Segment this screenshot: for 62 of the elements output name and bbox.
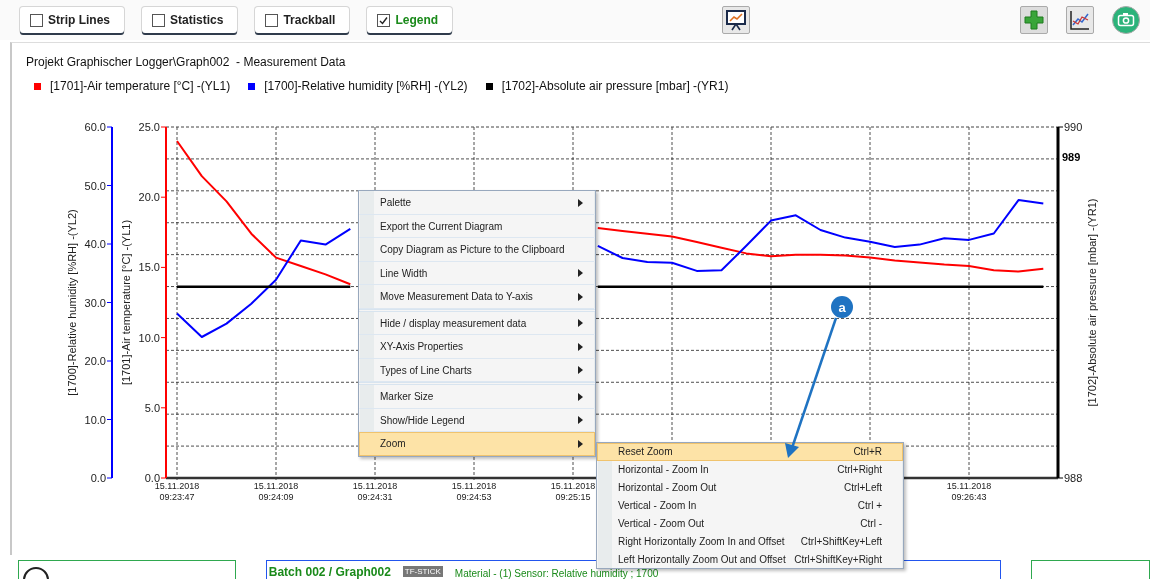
toggle-button[interactable]: Strip Lines [20, 7, 124, 33]
y-axis-label: 10.0 [84, 413, 106, 426]
checkbox[interactable] [30, 13, 43, 27]
y-axis-label: 30.0 [84, 296, 106, 309]
menu-item[interactable]: Types of Line Charts [359, 358, 595, 382]
menu-item[interactable]: Vertical - Zoom In Ctrl + [597, 496, 903, 515]
camera-icon[interactable] [1112, 6, 1140, 34]
line-chart-icon[interactable] [1066, 6, 1094, 34]
presentation-chart-icon[interactable] [722, 6, 751, 34]
menu-item[interactable]: Horizontal - Zoom In Ctrl+Right [597, 460, 903, 479]
menu-item[interactable]: Line Width [359, 261, 595, 285]
y-axis-label: 5.0 [144, 401, 160, 414]
legend-label: [1700]-Relative humidity [%RH] -(YL2) [264, 79, 468, 93]
y-axis-label: 0.0 [90, 472, 106, 484]
axis-title: [1701]-Air temperature [°C] -(YL1) [120, 219, 132, 386]
y-axis-label: 15.0 [138, 261, 160, 274]
y-axis-label: 50.0 [84, 179, 106, 192]
toggle-button[interactable]: Legend [367, 7, 453, 33]
y-axis-label: 10.0 [138, 331, 160, 344]
legend-label: [1702]-Absolute air pressure [mbar] -(YR1) [501, 79, 729, 93]
y-axis-label: 20.0 [138, 191, 160, 204]
checkbox[interactable] [265, 13, 279, 27]
menu-item[interactable]: Horizontal - Zoom Out Ctrl+Left [597, 478, 903, 497]
axis-title: [1700]-Relative humidity [%RH] -(YL2) [66, 209, 78, 396]
axis-title: [1702]-Absolute air pressure [mbar] -(YR1) [1086, 198, 1098, 407]
sensor-info: Material - (1) Sensor: Relative humidity ; 1700 [454, 568, 659, 579]
device-badge: TF-STICK [402, 566, 443, 577]
x-axis-label: 15.11.2018 09:26:43 [946, 481, 992, 502]
menu-item[interactable]: Left Horizontally Zoom Out and Offset Ctrl+ShiftKey+Right [597, 550, 903, 569]
checkbox[interactable] [377, 13, 391, 27]
x-axis-label: 15.11.2018 09:25:15 [550, 481, 596, 502]
y-axis-label: 20.0 [84, 355, 106, 367]
menu-item[interactable]: Palette [359, 191, 595, 215]
toggle-button[interactable]: Statistics [142, 7, 238, 33]
menu-item[interactable]: Move Measurement Data to Y-axis [359, 285, 595, 309]
add-icon[interactable] [1020, 6, 1048, 34]
menu-item[interactable]: Marker Size [359, 385, 595, 409]
graph-title: Projekt Graphischer Logger\Graph002 - Measurement Data [25, 54, 347, 71]
y-axis-label: 988 [1064, 472, 1083, 484]
menu-item[interactable]: Export the Current Diagram [359, 214, 595, 238]
y-axis-label: 60.0 [84, 121, 106, 133]
menu-item[interactable]: XY-Axis Properties [359, 335, 595, 359]
y-axis-label: 25.0 [138, 121, 160, 133]
batch-title: Batch 002 / Graph002 [268, 565, 391, 579]
toggle-button[interactable]: Trackball [255, 7, 350, 33]
menu-item[interactable]: Right Horizontally Zoom In and Offset Ctrl+ShiftKey+Left [597, 532, 903, 551]
legend-label: [1701]-Air temperature [°C] -(YL1) [50, 79, 231, 93]
menu-item[interactable]: Hide / display measurement data [359, 311, 595, 335]
callout-label: a [838, 299, 846, 315]
checkbox[interactable] [152, 13, 165, 27]
x-axis-label: 15.11.2018 09:24:53 [451, 481, 497, 502]
menu-item[interactable]: Vertical - Zoom Out Ctrl - [597, 514, 903, 533]
y-axis-label: 40.0 [84, 238, 106, 250]
menu-item[interactable]: Show/Hide Legend [359, 408, 595, 432]
x-axis-label: 15.11.2018 09:24:31 [352, 481, 398, 502]
x-axis-label: 15.11.2018 09:24:09 [253, 481, 299, 502]
callout-marker [831, 296, 853, 318]
menu-item[interactable]: Copy Diagram as Picture to the Clipboard [359, 238, 595, 262]
menu-item[interactable]: Reset Zoom Ctrl+R [597, 443, 903, 461]
axis-marker-label: 989 [1062, 151, 1081, 163]
y-axis-label: 990 [1064, 121, 1083, 133]
menu-item[interactable]: Zoom [359, 432, 595, 456]
